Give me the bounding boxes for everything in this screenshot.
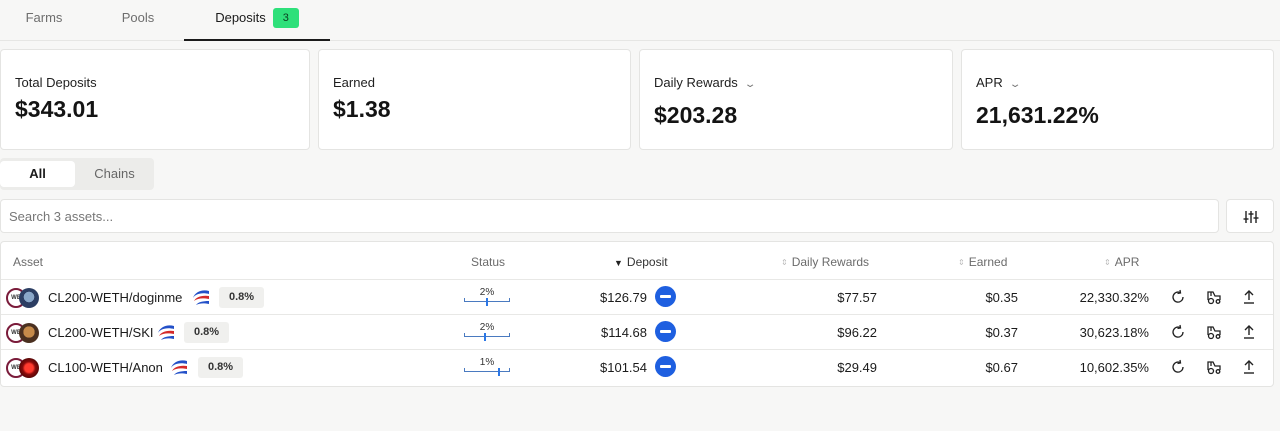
daily-rewards-card: Daily Rewards ⌄ $203.28 [639, 49, 953, 150]
range-status-value: 2% [479, 322, 495, 333]
apr-value: 22,330.32% [1079, 290, 1149, 305]
tab-deposits-label: Deposits [215, 10, 266, 25]
harvest-tractor-icon[interactable] [1204, 357, 1224, 377]
earned-value: $1.38 [333, 96, 391, 122]
header-deposit-label: Deposit [626, 255, 668, 269]
daily-rewards-value: $203.28 [654, 102, 738, 128]
fee-badge: 0.8% [198, 357, 244, 378]
refresh-icon[interactable] [1168, 322, 1188, 342]
remove-deposit-button[interactable] [655, 286, 676, 307]
apr-card: APR ⌄ 21,631.22% [961, 49, 1274, 150]
filter-chains-button[interactable]: Chains [75, 161, 154, 187]
earned-value: $0.37 [985, 325, 1018, 340]
withdraw-upload-icon[interactable] [1239, 322, 1259, 342]
daily-rewards-dropdown[interactable]: Daily Rewards ⌄ [654, 75, 757, 90]
apr-value: 21,631.22% [976, 102, 1099, 128]
header-earned[interactable]: ⇕ Earned [958, 255, 1007, 269]
search-input[interactable] [0, 199, 1219, 233]
view-filter: All Chains [0, 158, 154, 190]
deposit-value: $101.54 [600, 360, 647, 375]
withdraw-upload-icon[interactable] [1239, 287, 1259, 307]
refresh-icon[interactable] [1168, 287, 1188, 307]
harvest-tractor-icon[interactable] [1204, 287, 1224, 307]
asset-name: CL200-WETH/SKI [48, 325, 154, 340]
sort-icon: ⇕ [781, 258, 788, 267]
sliders-icon [1243, 211, 1259, 223]
earned-value: $0.67 [985, 360, 1018, 375]
daily-rewards-value: $29.49 [837, 360, 877, 375]
range-status: 2% [464, 322, 510, 342]
earned-value: $0.35 [985, 290, 1018, 305]
total-deposits-value: $343.01 [15, 96, 99, 122]
token-pair-icon: WE [6, 323, 42, 343]
header-apr-label: APR [1114, 255, 1140, 269]
apr-value: 10,602.35% [1079, 360, 1149, 375]
table-row[interactable]: WE CL200-WETH/doginme 0.8% 2% $126.79 $7… [1, 279, 1273, 314]
sort-desc-icon: ▼ [614, 258, 623, 268]
asset-name: CL200-WETH/doginme [48, 290, 183, 305]
apr-value: 30,623.18% [1079, 325, 1149, 340]
ski-token-icon [19, 323, 39, 343]
fee-badge: 0.8% [184, 322, 230, 343]
header-asset[interactable]: Asset [13, 255, 43, 269]
header-deposit[interactable]: ▼ Deposit [614, 255, 668, 269]
tab-pools[interactable]: Pools [92, 0, 184, 41]
deposit-value: $126.79 [600, 290, 647, 305]
range-indicator [483, 333, 486, 341]
doginme-token-icon [19, 288, 39, 308]
chevron-down-icon: ⌄ [1008, 79, 1022, 90]
sort-icon: ⇕ [958, 258, 965, 267]
tab-bar: Farms Pools Deposits 3 [0, 0, 1280, 41]
table-row[interactable]: WE CL100-WETH/Anon 0.8% 1% $101.54 $29.4… [1, 349, 1273, 384]
range-status-value: 2% [479, 287, 495, 298]
header-daily-rewards-label: Daily Rewards [791, 255, 870, 269]
deposits-count-badge: 3 [272, 8, 299, 28]
deposits-page: { "tabs": [ {"label": "Farms"}, {"label"… [0, 0, 1280, 431]
harvest-tractor-icon[interactable] [1204, 322, 1224, 342]
token-pair-icon: WE [6, 288, 42, 308]
deposits-table: Asset Status ▼ Deposit ⇕ Daily Rewards ⇕ Ea… [0, 241, 1274, 387]
apr-dropdown[interactable]: APR ⌄ [976, 75, 1022, 90]
chain-logo-icon [171, 360, 187, 375]
header-earned-label: Earned [968, 255, 1008, 269]
range-bar [464, 368, 510, 372]
remove-deposit-button[interactable] [655, 321, 676, 342]
anon-token-icon [19, 358, 39, 378]
earned-label: Earned [333, 75, 375, 90]
header-status: Status [471, 255, 506, 269]
daily-rewards-label: Daily Rewards [654, 75, 738, 90]
total-deposits-card: Total Deposits $343.01 [0, 49, 310, 150]
range-status: 2% [464, 287, 510, 307]
range-status-value: 1% [479, 357, 495, 368]
refresh-icon[interactable] [1168, 357, 1188, 377]
daily-rewards-value: $77.57 [837, 290, 877, 305]
chevron-down-icon: ⌄ [743, 79, 757, 90]
tab-farms[interactable]: Farms [0, 0, 88, 41]
deposit-value: $114.68 [600, 325, 647, 340]
tab-pools-label: Pools [121, 10, 155, 25]
apr-label: APR [976, 75, 1003, 90]
range-bar [464, 333, 510, 337]
daily-rewards-value: $96.22 [837, 325, 877, 340]
chain-logo-icon [193, 290, 209, 305]
earned-card: Earned $1.38 [318, 49, 631, 150]
range-status: 1% [464, 357, 510, 377]
remove-deposit-button[interactable] [655, 356, 676, 377]
tab-deposits[interactable]: Deposits 3 [184, 0, 330, 41]
chain-logo-icon [158, 325, 174, 340]
total-deposits-label: Total Deposits [15, 75, 97, 90]
range-indicator [497, 368, 500, 376]
asset-name: CL100-WETH/Anon [48, 360, 163, 375]
token-pair-icon: WE [6, 358, 42, 378]
table-row[interactable]: WE CL200-WETH/SKI 0.8% 2% $114.68 $96.22… [1, 314, 1273, 349]
filter-all-button[interactable]: All [0, 161, 75, 187]
header-daily-rewards[interactable]: ⇕ Daily Rewards [781, 255, 869, 269]
range-indicator [486, 298, 488, 306]
withdraw-upload-icon[interactable] [1239, 357, 1259, 377]
header-apr[interactable]: ⇕ APR [1104, 255, 1139, 269]
filter-settings-button[interactable] [1226, 199, 1274, 233]
sort-icon: ⇕ [1104, 258, 1111, 267]
tab-farms-label: Farms [25, 10, 63, 25]
fee-badge: 0.8% [219, 287, 265, 308]
